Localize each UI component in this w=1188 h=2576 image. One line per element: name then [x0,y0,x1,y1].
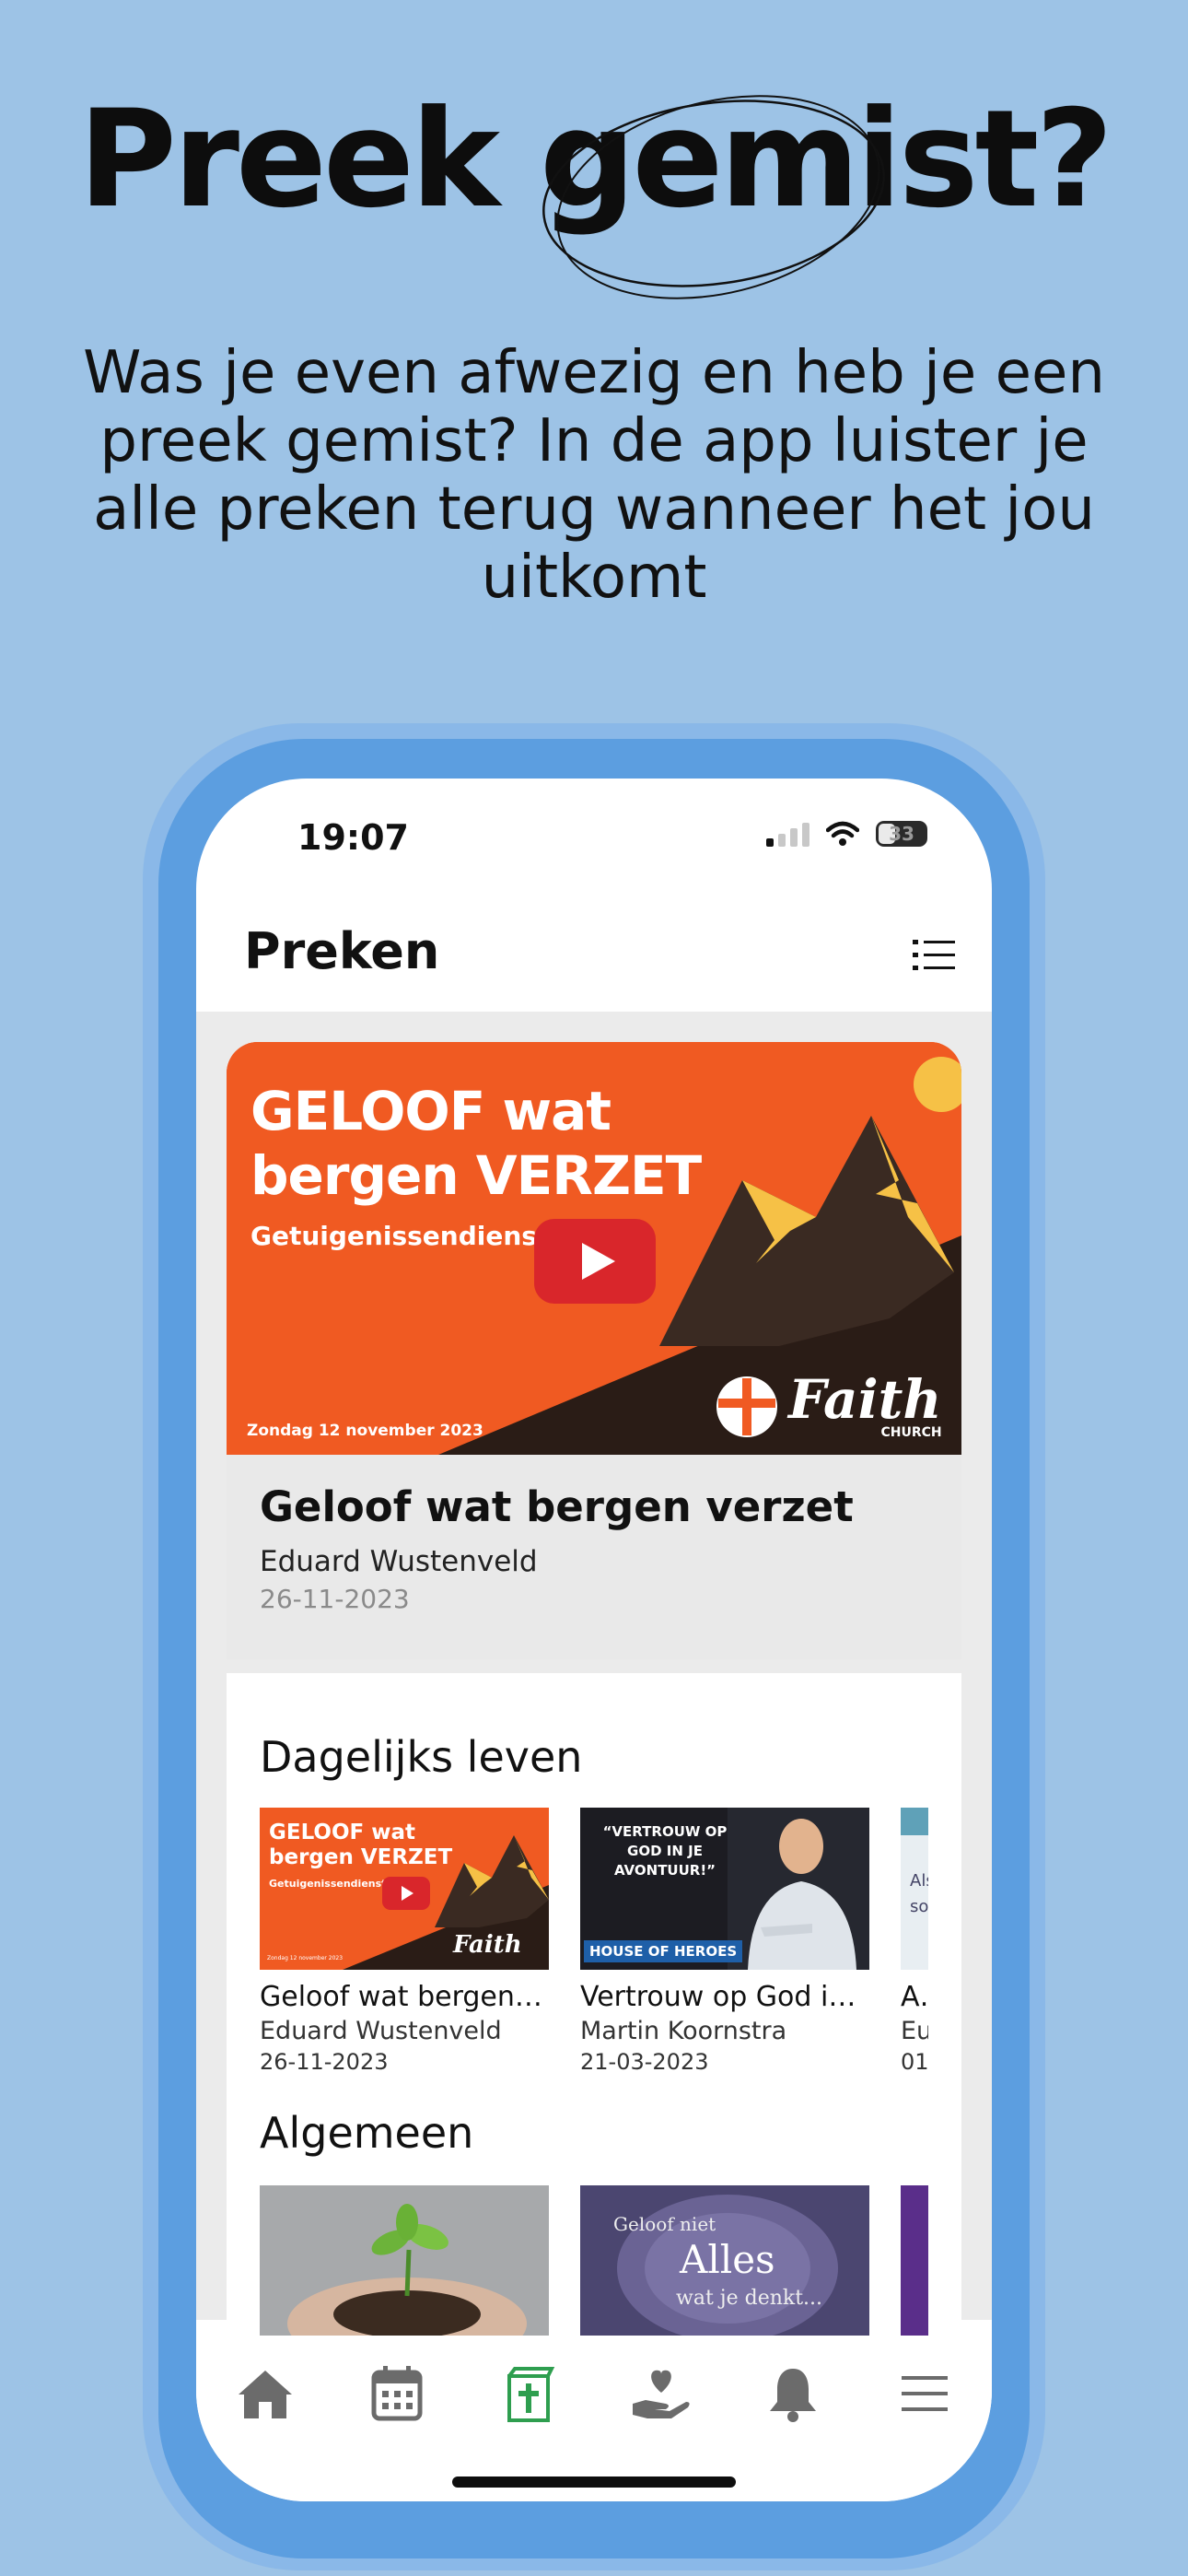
card-speaker: Eduard Wustenveld [260,2017,502,2045]
status-time: 19:07 [297,817,409,858]
battery-level: 33 [889,823,914,845]
brand-name: Faith [788,1368,942,1431]
sections-panel: Dagelijks leven GELOOF wat bergen VERZET [227,1673,961,2348]
play-button[interactable] [534,1219,656,1304]
featured-speaker: Eduard Wustenveld [260,1545,538,1578]
featured-title: Geloof wat bergen verzet [260,1482,854,1531]
play-icon [582,1243,615,1280]
card-thumb-small: Geloof niet [613,2213,716,2235]
card-thumbnail: Als so [901,1808,928,1970]
section-title-algemeen: Algemeen [260,2108,474,2158]
thumb-date: Zondag 12 november 2023 [247,1422,483,1440]
featured-info: Geloof wat bergen verzet Eduard Wustenve… [227,1455,961,1659]
thumb-line2: bergen VERZET [250,1144,702,1207]
card-thumb-date: Zondag 12 november 2023 [267,1955,344,1961]
card-thumb-text: Als so [910,1871,928,1916]
card-speaker: Eu [901,2017,928,2045]
card-date: 21-03-2023 [580,2049,709,2075]
sermon-card[interactable] [901,2185,928,2348]
card-title: Geloof wat bergen v... [260,1981,549,2013]
card-date: 01- [901,2049,928,2075]
scribble-circle [542,95,885,299]
card-thumb-brand: Faith [453,1931,522,1959]
faith-church-logo: Faith CHURCH [715,1368,942,1440]
bible-icon[interactable] [496,2361,561,2426]
menu-icon[interactable] [892,2361,957,2426]
card-thumb-sub: Getuigenissendienst [269,1878,387,1890]
card-thumb-line1: GELOOF wat [269,1821,416,1844]
sermon-card[interactable]: Als so Als Eu 01- [901,1808,928,2075]
faith-cross-icon [716,1376,777,1437]
card-thumbnail: GELOOF wat bergen VERZET Getuigenissendi… [260,1808,549,1970]
card-title: Als [901,1981,928,2013]
home-icon[interactable] [233,2361,297,2426]
card-thumbnail [260,2185,549,2348]
card-thumb-line2: bergen VERZET [269,1845,453,1869]
sermon-card[interactable]: Geloof niet Alles wat je denkt... [580,2185,869,2348]
phone-screen: 19:07 33 Preken GELOOF wat bergen VERZET… [196,779,992,2501]
card-thumb-tag: HOUSE OF HEROES [584,1940,743,1962]
promo-subline: Was je even afwezig en heb je een preek … [83,339,1105,612]
calendar-icon[interactable] [365,2361,429,2426]
giving-icon[interactable] [629,2361,693,2426]
wifi-icon [826,821,859,846]
sermon-card[interactable]: “VERTROUW OP GOD IN JE AVONTUUR!” HOUSE … [580,1808,869,2075]
bell-icon[interactable] [761,2361,825,2426]
carousel-algemeen[interactable]: Geloof niet Alles wat je denkt... [260,2185,928,2348]
content-area: GELOOF wat bergen VERZET Getuigenissendi… [196,1012,992,2348]
card-thumbnail: “VERTROUW OP GOD IN JE AVONTUUR!” HOUSE … [580,1808,869,1970]
featured-thumbnail[interactable]: GELOOF wat bergen VERZET Getuigenissendi… [227,1042,961,1455]
thumb-subtitle: Getuigenissendienst [250,1221,550,1251]
page-title: Preken [244,922,440,980]
thumb-line1: GELOOF wat [250,1080,611,1142]
home-indicator[interactable] [452,2476,736,2488]
carousel-dagelijks-leven[interactable]: GELOOF wat bergen VERZET Getuigenissendi… [260,1808,928,2075]
sermon-card[interactable] [260,2185,549,2348]
card-speaker: Martin Koornstra [580,2017,787,2045]
card-thumbnail: Geloof niet Alles wat je denkt... [580,2185,869,2348]
card-thumb-sub: wat je denkt... [676,2287,823,2310]
card-thumb-big: Alles [680,2237,775,2282]
top-bar: Preken [196,889,992,1009]
signal-icon [766,821,809,847]
battery-icon: 33 [876,821,927,847]
card-thumb-quote: “VERTROUW OP GOD IN JE AVONTUUR!” [602,1823,728,1879]
list-view-icon[interactable] [913,937,955,974]
status-bar: 19:07 33 [196,779,992,889]
sermon-card[interactable]: GELOOF wat bergen VERZET Getuigenissendi… [260,1808,549,2075]
featured-sermon-card[interactable]: GELOOF wat bergen VERZET Getuigenissendi… [227,1042,961,1659]
card-date: 26-11-2023 [260,2049,389,2075]
card-title: Vertrouw op God in ... [580,1981,869,2013]
card-thumbnail [901,2185,928,2348]
featured-date: 26-11-2023 [260,1584,410,1614]
status-icons: 33 [766,821,927,847]
hands-plant-image [260,2185,549,2348]
card-play-icon [382,1877,430,1910]
section-title-dagelijks-leven: Dagelijks leven [260,1732,583,1782]
